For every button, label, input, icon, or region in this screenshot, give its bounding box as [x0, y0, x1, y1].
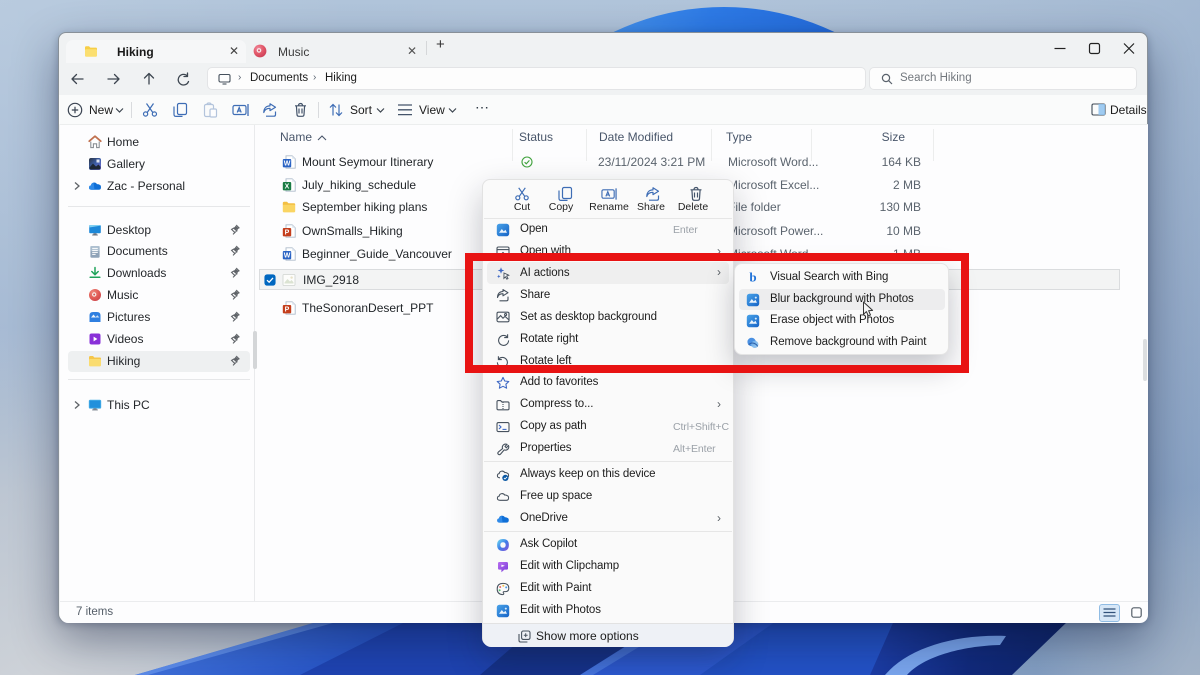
svg-text:P: P	[285, 229, 290, 236]
svg-text:W: W	[284, 252, 291, 259]
svg-text:P: P	[285, 306, 290, 313]
svg-text:W: W	[284, 160, 291, 167]
svg-text:X: X	[285, 183, 290, 190]
